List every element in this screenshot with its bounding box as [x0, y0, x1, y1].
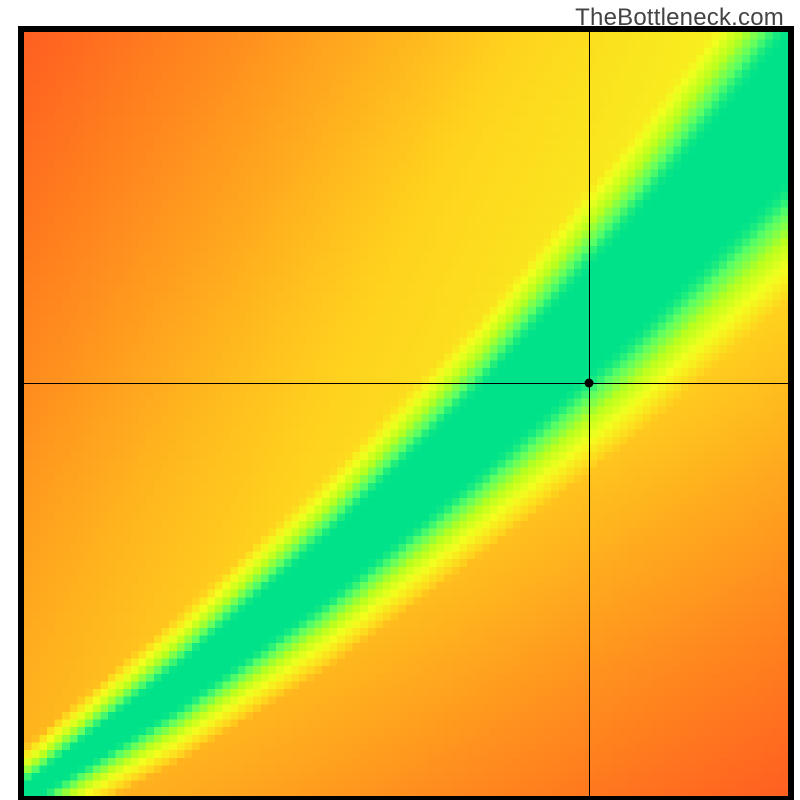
plot-area — [18, 26, 794, 800]
watermark-text: TheBottleneck.com — [575, 4, 784, 32]
chart-container: TheBottleneck.com — [0, 0, 800, 800]
heatmap-canvas — [24, 32, 788, 796]
